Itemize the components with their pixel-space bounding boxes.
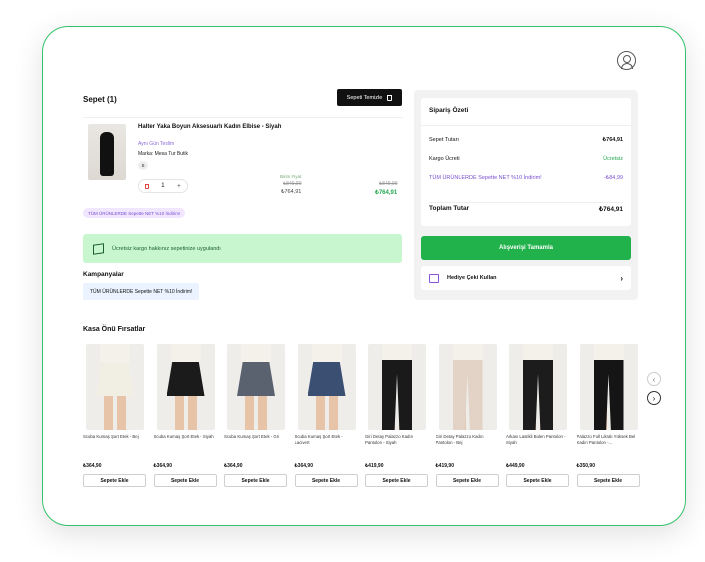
product-name[interactable]: Scuba Kumaş Şort Etek - Gri	[224, 434, 288, 446]
order-summary: Sipariş Özeti Sepet Tutarı ₺764,91 Kargo…	[414, 90, 638, 300]
product-name[interactable]: Arkası Lastikli Bolen Pantolon - Siyah	[506, 434, 570, 446]
discount-label: TÜM ÜRÜNLERDE Sepette NET %10 İndirim!	[429, 175, 542, 181]
free-shipping-banner: Ücretsiz kargo hakkınız sepetinize uygul…	[83, 234, 402, 263]
product-name[interactable]: Scuba Kumaş Şort Etek - Siyah	[154, 434, 218, 446]
total-label: Toplam Tutar	[429, 205, 470, 212]
size-badge: S	[138, 161, 148, 170]
item-total-price: ₺764,91	[375, 190, 398, 196]
discount-value: -₺84,99	[603, 175, 623, 181]
product-price: ₺364,90	[224, 463, 243, 469]
carousel-next-button[interactable]: ›	[647, 391, 661, 405]
total-value: ₺764,91	[598, 206, 623, 213]
add-to-cart-button[interactable]: Sepete Ekle	[153, 474, 217, 487]
product-name[interactable]: Palazzo Full Likralı Yüksek Bel Kadın Pa…	[577, 434, 641, 446]
product-name[interactable]: Giri Detay Palazzo Kadın Pantolon - Siya…	[365, 434, 429, 446]
product-card[interactable]: Palazzo Full Likralı Yüksek Bel Kadın Pa…	[576, 344, 641, 492]
product-image[interactable]	[86, 344, 144, 430]
product-image[interactable]	[438, 344, 497, 430]
add-to-cart-button[interactable]: Sepete Ekle	[294, 474, 358, 487]
product-card[interactable]: Scuba Kumaş Şort Etek - Siyah ₺364,90 Sepe…	[153, 344, 218, 492]
clear-cart-label: Sepeti Temizle	[346, 94, 383, 101]
summary-title: Sipariş Özeti	[429, 107, 469, 114]
recommendations-title: Kasa Önü Fırsatlar	[83, 326, 146, 333]
product-price: ₺350,90	[576, 463, 595, 469]
total-old-price: ₺849,90	[379, 181, 398, 187]
product-card[interactable]: Giri Detay Palazzo Kadın Pantolon - Bej ₺…	[435, 344, 500, 492]
product-image[interactable]	[227, 344, 285, 430]
add-to-cart-button[interactable]: Sepete Ekle	[224, 474, 287, 487]
cart-title: Sepet (1)	[83, 95, 117, 104]
product-card[interactable]: Giri Detay Palazzo Kadın Pantolon - Siya…	[365, 344, 429, 492]
product-price: ₺449,90	[506, 463, 525, 469]
carousel-prev-button[interactable]: ‹	[647, 372, 661, 386]
campaigns-title: Kampanyalar	[83, 271, 124, 278]
clear-cart-button[interactable]: Sepeti Temizle	[337, 89, 402, 106]
promo-badge: TÜM ÜRÜNLERDE Sepette NET %10 İndirim!	[83, 208, 186, 218]
quantity-stepper: 1 +	[138, 179, 188, 193]
product-card[interactable]: Scuba Kumaş Şort Etek - Gri ₺364,90 Sepete…	[224, 344, 288, 492]
unit-price: ₺764,91	[281, 189, 302, 195]
unit-old-price: ₺849,90	[283, 181, 302, 187]
product-name[interactable]: Scuba Kumaş Şort Etek - Bej	[83, 434, 147, 446]
product-image[interactable]	[368, 344, 426, 430]
product-image[interactable]	[297, 344, 356, 430]
product-price: ₺364,90	[83, 463, 102, 469]
chevron-right-icon: ›	[620, 273, 623, 283]
product-brand: Marka: Mesa Tur Butik	[138, 151, 189, 157]
subtotal-row: Sepet Tutarı ₺764,91	[429, 137, 623, 143]
gift-card-button[interactable]: Hediye Çeki Kullan ›	[421, 266, 631, 290]
add-to-cart-button[interactable]: Sepete Ekle	[576, 474, 640, 487]
product-price: ₺364,90	[294, 463, 313, 469]
free-shipping-text: Ücretsiz kargo hakkınız sepetinize uygul…	[112, 245, 221, 252]
product-name[interactable]: Halter Yaka Boyun Aksesuarlı Kadın Elbis…	[138, 124, 281, 130]
product-price: ₺419,90	[435, 463, 454, 469]
total-row: Toplam Tutar ₺764,91	[429, 205, 623, 213]
summary-card: Sipariş Özeti Sepet Tutarı ₺764,91 Kargo…	[421, 98, 631, 226]
remove-item-icon[interactable]	[145, 183, 150, 189]
app-window: Sepet (1) Sepeti Temizle Halter Yaka Boy…	[42, 26, 686, 526]
unit-price-label: Birim Fiyat	[280, 174, 302, 179]
trash-icon	[387, 94, 393, 101]
add-to-cart-button[interactable]: Sepete Ekle	[435, 474, 499, 487]
product-card[interactable]: Scuba Kumaş Şort Etek - Bej ₺364,90 Sepete…	[83, 344, 147, 492]
add-to-cart-button[interactable]: Sepete Ekle	[365, 474, 428, 487]
campaign-tag[interactable]: TÜM ÜRÜNLERDE Sepette NET %10 İndirim!	[83, 283, 200, 300]
package-icon	[93, 242, 104, 255]
discount-row: TÜM ÜRÜNLERDE Sepette NET %10 İndirim! -…	[429, 175, 623, 181]
subtotal-label: Sepet Tutarı	[429, 137, 459, 143]
product-name[interactable]: Giri Detay Palazzo Kadın Pantolon - Bej	[436, 434, 500, 446]
delivery-info: Aynı Gün Teslim	[138, 141, 175, 147]
checkout-button[interactable]: Alışverişi Tamamla	[421, 236, 631, 260]
gift-icon	[429, 273, 439, 283]
increase-quantity-icon[interactable]: +	[177, 183, 181, 190]
cart-item: Halter Yaka Boyun Aksesuarlı Kadın Elbis…	[83, 117, 403, 205]
product-image[interactable]	[579, 344, 638, 430]
subtotal-value: ₺764,91	[602, 137, 623, 143]
product-card[interactable]: Arkası Lastikli Bolen Pantolon - Siyah ₺4…	[506, 344, 570, 492]
shipping-label: Kargo Ücreti	[429, 156, 460, 162]
product-image[interactable]	[156, 344, 215, 430]
product-image[interactable]	[509, 344, 567, 430]
quantity-value: 1	[161, 183, 165, 189]
add-to-cart-button[interactable]: Sepete Ekle	[83, 474, 146, 487]
user-icon[interactable]	[617, 51, 636, 70]
product-card[interactable]: Scuba Kumaş Şort Etek - Lacivert ₺364,90 S…	[294, 344, 359, 492]
product-price: ₺364,90	[153, 463, 172, 469]
product-price: ₺419,90	[365, 463, 384, 469]
product-name[interactable]: Scuba Kumaş Şort Etek - Lacivert	[295, 434, 359, 446]
add-to-cart-button[interactable]: Sepete Ekle	[506, 474, 569, 487]
shipping-row: Kargo Ücreti Ücretsiz	[429, 156, 623, 162]
product-image[interactable]	[88, 124, 126, 180]
shipping-value: Ücretsiz	[603, 156, 623, 162]
gift-card-label: Hediye Çeki Kullan	[447, 275, 497, 281]
